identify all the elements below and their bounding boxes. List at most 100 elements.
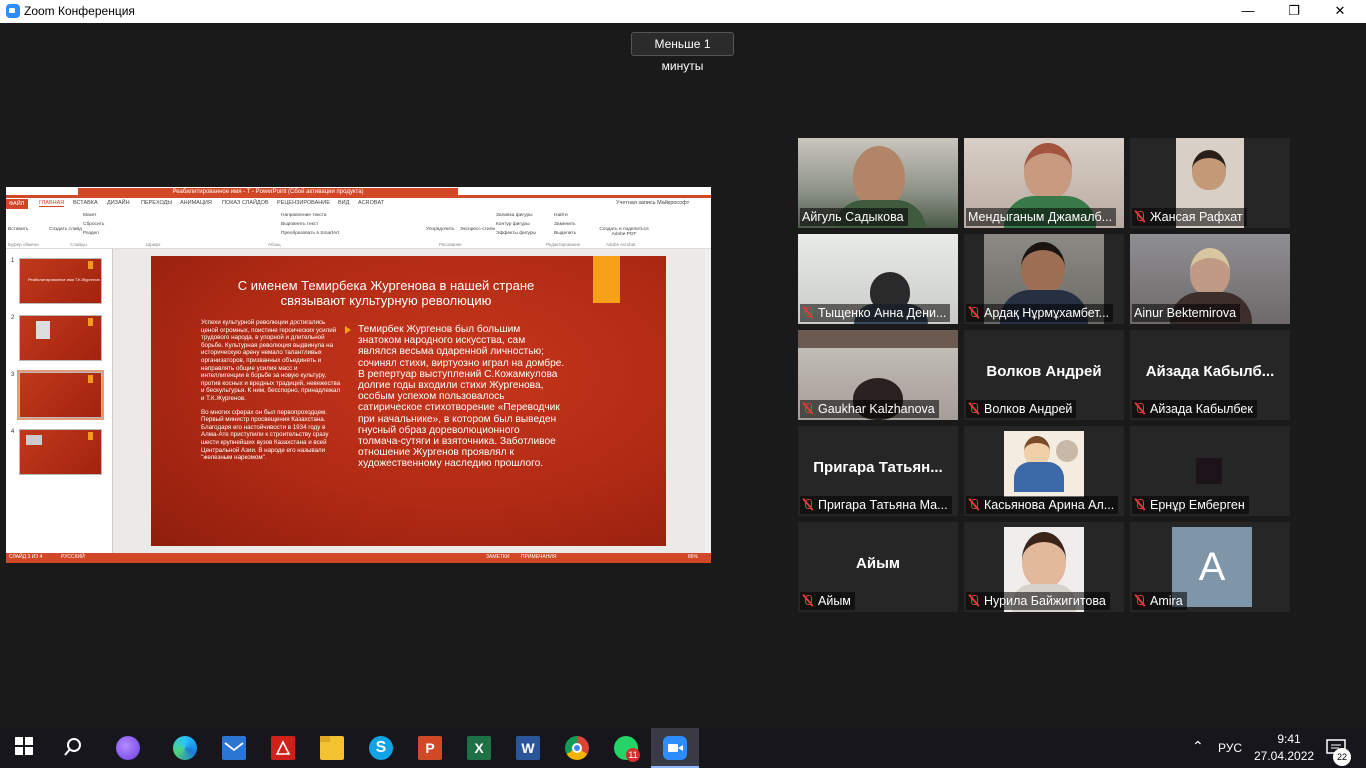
participant-name: Жансая Рафхат bbox=[1132, 208, 1247, 226]
arrange-button[interactable]: Упорядочить bbox=[426, 227, 455, 232]
create-pdf-button[interactable]: Создать и поделиться Adobe PDF bbox=[594, 227, 654, 237]
quick-styles-button[interactable]: Экспресс-стили bbox=[460, 227, 495, 232]
search-icon[interactable] bbox=[62, 736, 86, 760]
participant-tile-2[interactable]: Мендыганым Джамалб... bbox=[964, 138, 1124, 228]
input-language[interactable]: РУС bbox=[1218, 741, 1242, 755]
participant-tile-8[interactable]: Волков Андрей Волков Андрей bbox=[964, 330, 1124, 420]
new-slide-button[interactable]: Создать слайд bbox=[49, 227, 82, 232]
participant-tile-12[interactable]: Ернұр Емберген bbox=[1130, 426, 1290, 516]
slide-thumbnail-4[interactable] bbox=[19, 429, 102, 475]
group-clipboard: Буфер обмена bbox=[8, 242, 39, 247]
participant-name: Айзада Кабылбек bbox=[1132, 400, 1257, 418]
ppt-workspace: 1 Реабилитированное имя Т.К.Жургенов 2 3… bbox=[6, 249, 711, 553]
participant-center-name: Айзада Кабылб... bbox=[1145, 363, 1275, 380]
participant-tile-9[interactable]: Айзада Кабылб... Айзада Кабылбек bbox=[1130, 330, 1290, 420]
participant-tile-15[interactable]: A Amira bbox=[1130, 522, 1290, 612]
notes-button[interactable]: ЗАМЕТКИ bbox=[486, 554, 509, 560]
chrome-icon[interactable] bbox=[565, 736, 589, 760]
ppt-tab-acrobat[interactable]: ACROBAT bbox=[358, 200, 384, 206]
notifications-icon[interactable]: 22 bbox=[1325, 736, 1351, 766]
find-button[interactable]: Найти bbox=[554, 213, 568, 218]
mail-icon[interactable] bbox=[222, 736, 246, 760]
layout-button[interactable]: Макет bbox=[83, 213, 97, 218]
close-button[interactable]: ✕ bbox=[1317, 0, 1363, 23]
participant-tile-5[interactable]: Ардақ Нұрмұхамбет... bbox=[964, 234, 1124, 324]
mic-muted-icon bbox=[802, 594, 814, 607]
slide-thumbnail-3[interactable] bbox=[17, 370, 104, 420]
participant-tile-4[interactable]: Тыщенко Анна Дени... bbox=[798, 234, 958, 324]
shape-fill-button[interactable]: Заливка фигуры bbox=[496, 213, 533, 218]
participant-tile-10[interactable]: Пригара Татьян... Пригара Татьяна Ма... bbox=[798, 426, 958, 516]
minimize-button[interactable]: — bbox=[1225, 0, 1271, 23]
participant-tile-14[interactable]: Нурила Байжигитова bbox=[964, 522, 1124, 612]
ppt-account[interactable]: Учетная запись Майкрософт bbox=[616, 200, 689, 206]
participant-tile-1[interactable]: Айгуль Садыкова bbox=[798, 138, 958, 228]
slide-left-paragraph-2: Во многих сферах он был первопроходцем. … bbox=[201, 408, 329, 462]
alice-assistant-icon[interactable] bbox=[116, 736, 140, 760]
ppt-tab-animation[interactable]: АНИМАЦИЯ bbox=[180, 200, 212, 206]
participant-name: Amira bbox=[1132, 592, 1187, 610]
ppt-vertical-scrollbar[interactable] bbox=[705, 249, 711, 553]
ppt-tab-review[interactable]: РЕЦЕНЗИРОВАНИЕ bbox=[277, 200, 330, 206]
smartart-button[interactable]: Преобразовать в SmartArt bbox=[281, 231, 339, 236]
align-text-button[interactable]: Выровнять текст bbox=[281, 222, 318, 227]
windows-start-icon[interactable] bbox=[14, 736, 38, 760]
participant-name: Ардақ Нұрмұхамбет... bbox=[966, 304, 1114, 322]
shape-outline-button[interactable]: Контур фигуры bbox=[496, 222, 530, 227]
tray-expand-icon[interactable]: ⌃ bbox=[1192, 738, 1204, 755]
ppt-tab-design[interactable]: ДИЗАЙН bbox=[107, 200, 130, 206]
clock-date[interactable]: 27.04.2022 bbox=[1254, 749, 1314, 763]
participant-tile-6[interactable]: Ainur Bektemirova bbox=[1130, 234, 1290, 324]
mic-muted-icon bbox=[968, 402, 980, 415]
select-button[interactable]: Выделить bbox=[554, 231, 576, 236]
clock-time[interactable]: 9:41 bbox=[1269, 732, 1309, 746]
ppt-statusbar: СЛАЙД 3 ИЗ 4 РУССКИЙ ЗАМЕТКИ ПРИМЕЧАНИЯ … bbox=[6, 553, 711, 563]
windows-taskbar: S P X W 11 ⌃ РУС 9:41 27.04.2022 22 bbox=[0, 728, 1366, 768]
edge-browser-icon[interactable] bbox=[173, 736, 197, 760]
skype-icon[interactable]: S bbox=[369, 736, 393, 760]
participant-tile-13[interactable]: Айым Айым bbox=[798, 522, 958, 612]
paste-button[interactable]: Вставить bbox=[8, 227, 28, 232]
ppt-tab-transitions[interactable]: ПЕРЕХОДЫ bbox=[141, 200, 172, 206]
ppt-ribbon: Вставить Создать слайд Макет Сбросить Ра… bbox=[6, 209, 711, 249]
slide-thumbnails-pane: 1 Реабилитированное имя Т.К.Жургенов 2 3… bbox=[6, 249, 113, 553]
whatsapp-badge: 11 bbox=[626, 748, 640, 762]
slide-thumbnail-2[interactable] bbox=[19, 315, 102, 361]
group-acrobat: Adobe Acrobat bbox=[606, 242, 636, 247]
ppt-tab-home[interactable]: ГЛАВНАЯ bbox=[39, 200, 65, 207]
slide-left-column: Успехи культурной революции достигались … bbox=[201, 319, 341, 462]
ppt-tab-view[interactable]: ВИД bbox=[338, 200, 349, 206]
powerpoint-icon[interactable]: P bbox=[418, 736, 442, 760]
ppt-tab-file[interactable]: ФАЙЛ bbox=[6, 199, 28, 209]
section-button[interactable]: Раздел bbox=[83, 231, 99, 236]
ppt-tab-insert[interactable]: ВСТАВКА bbox=[73, 200, 98, 206]
slide-thumbnail-1[interactable]: Реабилитированное имя Т.К.Жургенов bbox=[19, 258, 102, 304]
ppt-tab-slideshow[interactable]: ПОКАЗ СЛАЙДОВ bbox=[222, 200, 269, 206]
mic-muted-icon bbox=[1134, 594, 1146, 607]
reset-button[interactable]: Сбросить bbox=[83, 222, 104, 227]
thumb-number: 4 bbox=[11, 429, 15, 435]
file-explorer-icon[interactable] bbox=[320, 736, 344, 760]
acrobat-icon[interactable] bbox=[271, 736, 295, 760]
word-icon[interactable]: W bbox=[516, 736, 540, 760]
participant-tile-7[interactable]: Gaukhar Kalzhanova bbox=[798, 330, 958, 420]
participant-tile-3[interactable]: Жансая Рафхат bbox=[1130, 138, 1290, 228]
participant-name: Ainur Bektemirova bbox=[1132, 304, 1241, 322]
whatsapp-icon[interactable]: 11 bbox=[614, 736, 640, 762]
excel-icon[interactable]: X bbox=[467, 736, 491, 760]
slide-canvas[interactable]: С именем Темирбека Жургенова в нашей стр… bbox=[151, 256, 666, 546]
restore-button[interactable]: ❐ bbox=[1271, 0, 1317, 23]
participant-tile-11[interactable]: Касьянова Арина Ал... bbox=[964, 426, 1124, 516]
replace-button[interactable]: Заменить bbox=[554, 222, 576, 227]
shared-screen-powerpoint[interactable]: Реабилитированное имя - T - PowerPoint (… bbox=[6, 187, 711, 563]
zoom-level[interactable]: 86% bbox=[688, 554, 698, 560]
mic-muted-icon bbox=[1134, 210, 1146, 223]
zoom-taskbar-active[interactable] bbox=[651, 728, 699, 768]
participant-name: Волков Андрей bbox=[966, 400, 1077, 418]
group-paragraph: Абзац bbox=[268, 242, 281, 247]
participant-name: Айгуль Садыкова bbox=[800, 208, 908, 226]
text-direction-button[interactable]: Направление текста bbox=[281, 213, 326, 218]
participant-name: Айым bbox=[800, 592, 855, 610]
shape-effects-button[interactable]: Эффекты фигуры bbox=[496, 231, 536, 236]
comments-button[interactable]: ПРИМЕЧАНИЯ bbox=[521, 554, 557, 560]
